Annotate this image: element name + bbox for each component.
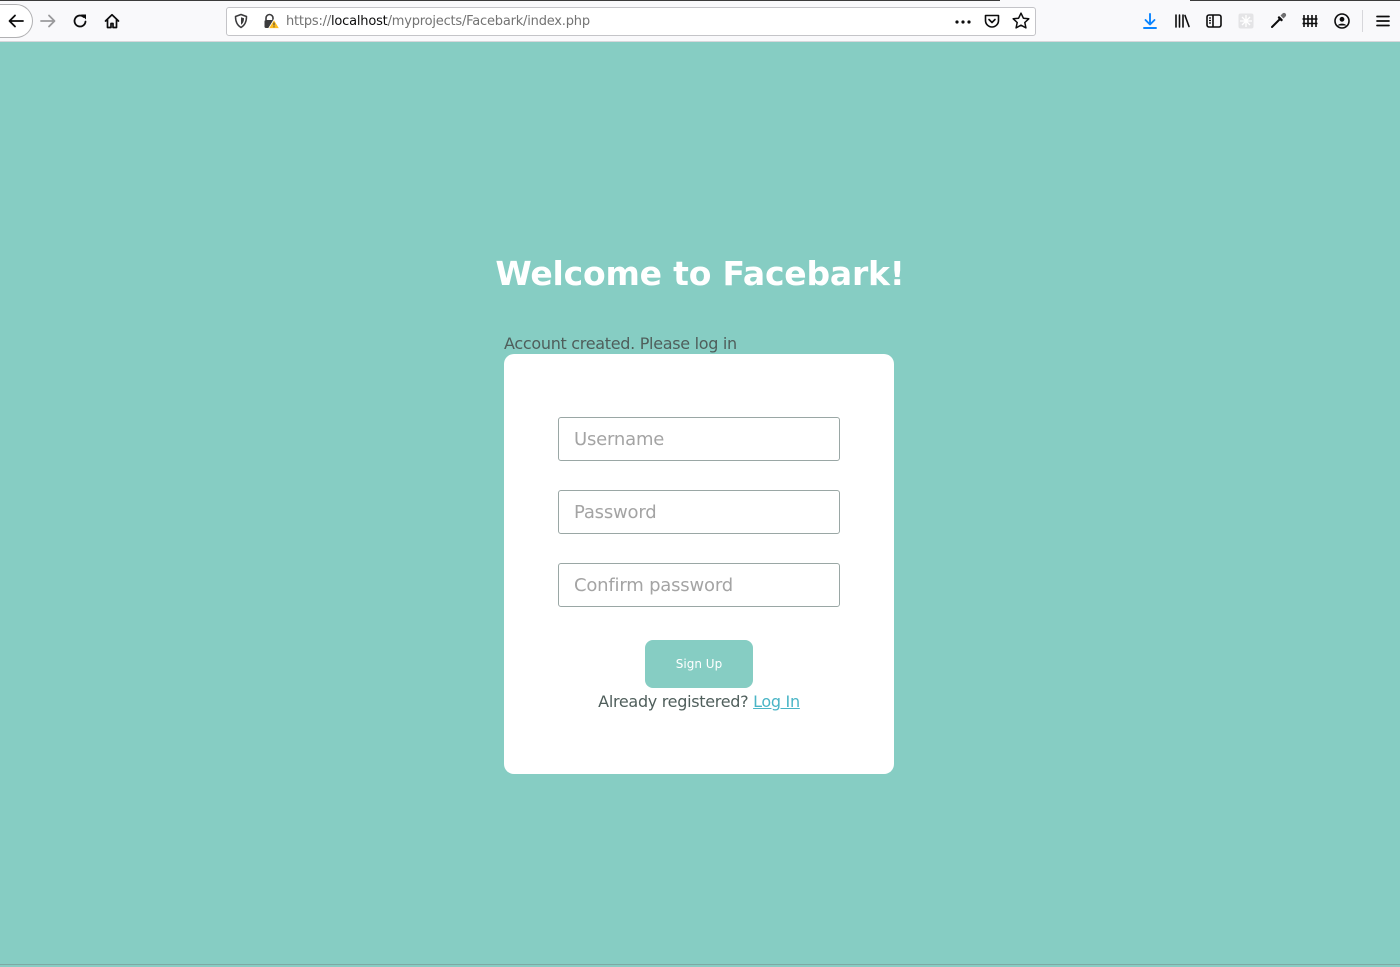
pocket-icon[interactable]	[983, 12, 1001, 34]
library-icon	[1175, 14, 1190, 28]
account-icon	[1334, 13, 1350, 29]
sidebar-button[interactable]	[1199, 6, 1229, 36]
log-in-link[interactable]: Log In	[753, 692, 800, 711]
fence-icon	[1302, 15, 1318, 27]
url-path: /myprojects/Facebark/index.php	[387, 14, 591, 29]
tab-strip-edge	[0, 0, 1000, 1]
toolbar-separator	[1362, 10, 1363, 32]
signup-card: Sign Up Already registered? Log In	[504, 354, 894, 774]
fence-button[interactable]	[1295, 6, 1325, 36]
back-button[interactable]	[0, 4, 33, 38]
sidebar-icon	[1206, 14, 1222, 28]
login-prompt-text: Already registered?	[598, 692, 749, 711]
window-bottom-edge	[0, 964, 1400, 965]
url-scheme: https://	[286, 14, 331, 29]
sign-up-button[interactable]: Sign Up	[645, 640, 753, 688]
hamburger-menu-icon	[1376, 15, 1390, 27]
account-button[interactable]	[1327, 6, 1357, 36]
password-input[interactable]	[558, 490, 840, 534]
page-title: Welcome to Facebark!	[495, 254, 905, 293]
shield-icon[interactable]	[233, 13, 249, 33]
browser-toolbar: https://localhost/myprojects/Facebark/in…	[0, 0, 1400, 42]
eyedropper-button[interactable]	[1263, 6, 1293, 36]
reload-button[interactable]	[65, 6, 95, 36]
home-button[interactable]	[97, 6, 127, 36]
app-menu-button[interactable]	[1368, 6, 1398, 36]
more-actions-icon[interactable]	[954, 14, 972, 34]
back-arrow-icon	[8, 14, 24, 28]
url-text[interactable]: https://localhost/myprojects/Facebark/in…	[286, 14, 590, 29]
username-input[interactable]	[558, 417, 840, 461]
address-bar[interactable]: https://localhost/myprojects/Facebark/in…	[226, 7, 1036, 36]
extension-icon	[1238, 13, 1254, 29]
library-button[interactable]	[1167, 6, 1197, 36]
url-host: localhost	[331, 14, 388, 29]
download-icon	[1143, 13, 1157, 29]
extension-button[interactable]	[1231, 6, 1261, 36]
status-message: Account created. Please log in	[504, 334, 737, 353]
login-prompt: Already registered? Log In	[504, 692, 894, 711]
home-icon	[104, 13, 120, 29]
forward-button[interactable]	[33, 6, 63, 36]
bookmark-star-icon[interactable]	[1011, 11, 1031, 35]
insecure-lock-icon[interactable]	[262, 13, 281, 33]
downloads-button[interactable]	[1135, 6, 1165, 36]
forward-arrow-icon	[40, 14, 56, 28]
confirm-password-input[interactable]	[558, 563, 840, 607]
eyedropper-icon	[1271, 12, 1287, 28]
reload-icon	[73, 14, 87, 28]
tab-strip-edge	[1190, 0, 1400, 1]
